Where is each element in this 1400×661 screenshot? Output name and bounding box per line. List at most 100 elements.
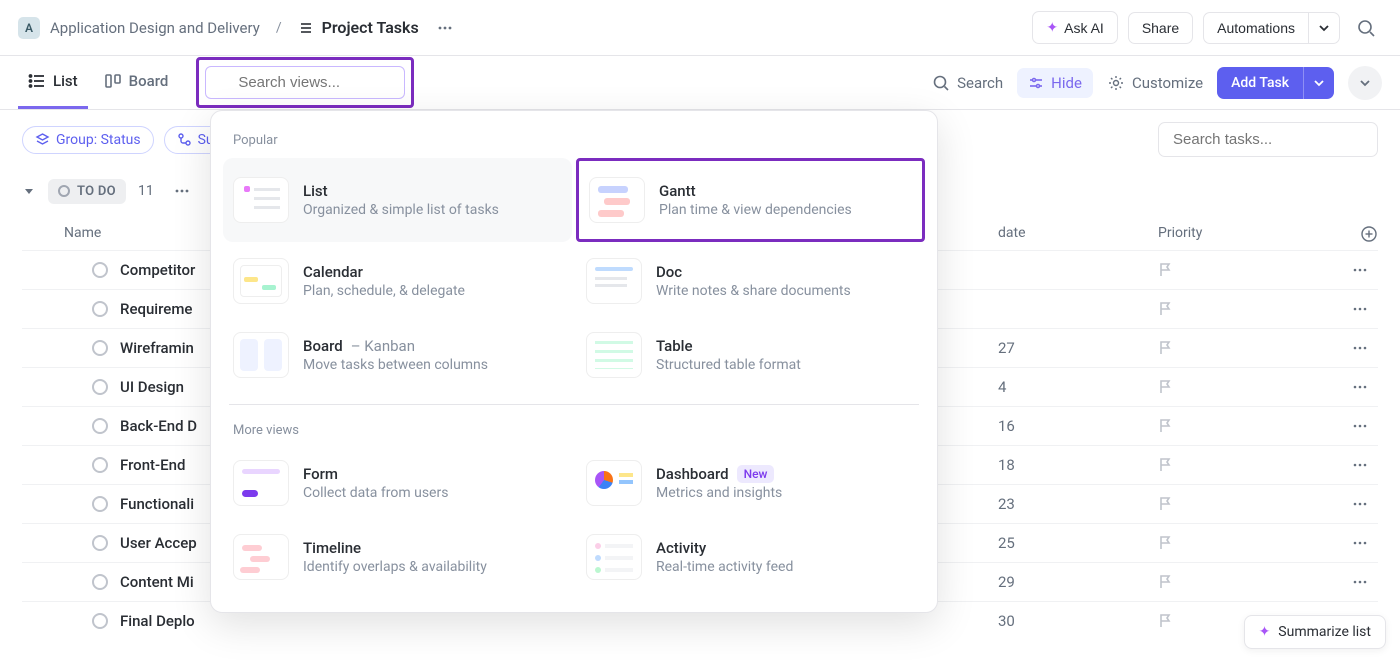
task-status-circle[interactable] [92, 418, 108, 434]
form-thumb-icon [233, 460, 289, 506]
workspace-avatar[interactable]: A [18, 17, 40, 39]
table-thumb-icon [586, 332, 642, 378]
breadcrumb-more-icon[interactable] [429, 12, 461, 44]
row-more-icon[interactable] [1352, 340, 1378, 356]
task-date[interactable]: 25 [998, 534, 1158, 552]
task-name[interactable]: Final Deplo [120, 612, 998, 630]
sparkle-icon: ✦ [1046, 19, 1058, 36]
header-search-icon[interactable] [1350, 12, 1382, 44]
row-more-icon[interactable] [1352, 262, 1378, 278]
priority-flag-icon[interactable] [1158, 457, 1318, 473]
calendar-thumb-icon [233, 258, 289, 304]
task-date[interactable]: 18 [998, 456, 1158, 474]
view-option-board[interactable]: Board – Kanban Move tasks between column… [223, 320, 572, 390]
priority-flag-icon[interactable] [1158, 496, 1318, 512]
breadcrumb-separator: / [270, 20, 288, 36]
priority-flag-icon[interactable] [1158, 379, 1318, 395]
popular-section-label: Popular [223, 129, 925, 158]
task-date[interactable]: 27 [998, 339, 1158, 357]
task-date[interactable]: 23 [998, 495, 1158, 513]
tab-list[interactable]: List [18, 56, 88, 109]
task-date[interactable]: 4 [998, 378, 1158, 396]
gear-icon [1107, 74, 1125, 92]
search-views-input[interactable] [205, 66, 405, 99]
priority-flag-icon[interactable] [1158, 574, 1318, 590]
status-pill-todo[interactable]: TO DO [48, 179, 126, 204]
group-count: 11 [138, 183, 154, 199]
tab-board[interactable]: Board [94, 56, 179, 109]
board-thumb-icon [233, 332, 289, 378]
more-button[interactable] [1348, 66, 1382, 100]
add-task-dropdown-button[interactable] [1303, 67, 1334, 99]
breadcrumb-parent[interactable]: Application Design and Delivery [50, 19, 260, 37]
share-button[interactable]: Share [1128, 12, 1193, 44]
search-icon [932, 74, 950, 92]
view-option-doc[interactable]: Doc Write notes & share documents [576, 246, 925, 316]
sparkle-icon: ✦ [1259, 624, 1271, 640]
view-option-table[interactable]: Table Structured table format [576, 320, 925, 390]
task-status-circle[interactable] [92, 496, 108, 512]
subtask-icon [177, 132, 192, 147]
priority-flag-icon[interactable] [1158, 418, 1318, 434]
view-option-gantt[interactable]: Gantt Plan time & view dependencies [576, 158, 925, 242]
board-icon [104, 72, 122, 90]
col-date[interactable]: date [998, 225, 1158, 243]
chevron-down-icon [1358, 76, 1372, 90]
dashboard-thumb-icon [586, 460, 642, 506]
search-tool[interactable]: Search [932, 74, 1003, 92]
task-status-circle[interactable] [92, 340, 108, 356]
row-more-icon[interactable] [1352, 457, 1378, 473]
task-date[interactable]: 30 [998, 612, 1158, 630]
add-task-button[interactable]: Add Task [1217, 67, 1303, 99]
activity-thumb-icon [586, 534, 642, 580]
hide-tool[interactable]: Hide [1017, 68, 1093, 98]
automations-dropdown-button[interactable] [1308, 12, 1340, 44]
group-status-chip[interactable]: Group: Status [22, 126, 154, 154]
view-option-form[interactable]: Form Collect data from users [223, 448, 572, 518]
priority-flag-icon[interactable] [1158, 535, 1318, 551]
search-tasks-input[interactable] [1158, 122, 1378, 157]
row-more-icon[interactable] [1352, 535, 1378, 551]
layers-icon [35, 132, 50, 147]
gantt-thumb-icon [589, 177, 645, 223]
row-more-icon[interactable] [1352, 301, 1378, 317]
row-more-icon[interactable] [1352, 418, 1378, 434]
col-priority[interactable]: Priority [1158, 225, 1318, 243]
view-option-activity[interactable]: Activity Real-time activity feed [576, 522, 925, 592]
view-option-calendar[interactable]: Calendar Plan, schedule, & delegate [223, 246, 572, 316]
task-status-circle[interactable] [92, 574, 108, 590]
view-option-list[interactable]: List Organized & simple list of tasks [223, 158, 572, 242]
view-option-timeline[interactable]: Timeline Identify overlaps & availabilit… [223, 522, 572, 592]
panel-divider [229, 404, 919, 405]
new-badge: New [737, 465, 775, 483]
task-status-circle[interactable] [92, 379, 108, 395]
priority-flag-icon[interactable] [1158, 340, 1318, 356]
chevron-down-icon [1318, 22, 1330, 34]
task-status-circle[interactable] [92, 262, 108, 278]
view-option-dashboard[interactable]: Dashboard New Metrics and insights [576, 448, 925, 518]
views-dropdown-panel: Popular List Organized & simple list of … [210, 110, 938, 613]
customize-tool[interactable]: Customize [1107, 74, 1203, 92]
task-status-circle[interactable] [92, 457, 108, 473]
task-status-circle[interactable] [92, 535, 108, 551]
row-more-icon[interactable] [1352, 379, 1378, 395]
priority-flag-icon[interactable] [1158, 262, 1318, 278]
priority-flag-icon[interactable] [1158, 301, 1318, 317]
top-header: A Application Design and Delivery / Proj… [0, 0, 1400, 56]
timeline-thumb-icon [233, 534, 289, 580]
row-more-icon[interactable] [1352, 574, 1378, 590]
group-more-icon[interactable] [166, 175, 198, 207]
task-status-circle[interactable] [92, 301, 108, 317]
ask-ai-button[interactable]: ✦ Ask AI [1032, 11, 1117, 44]
task-status-circle[interactable] [92, 613, 108, 629]
task-date[interactable]: 16 [998, 417, 1158, 435]
list-small-icon [298, 20, 314, 36]
chevron-down-icon [1313, 77, 1325, 89]
collapse-toggle[interactable] [22, 184, 36, 198]
summarize-list-button[interactable]: ✦ Summarize list [1244, 615, 1386, 649]
breadcrumb-title[interactable]: Project Tasks [298, 18, 419, 37]
add-column-button[interactable] [1360, 225, 1378, 243]
task-date[interactable]: 29 [998, 573, 1158, 591]
row-more-icon[interactable] [1352, 496, 1378, 512]
automations-button[interactable]: Automations [1203, 12, 1308, 44]
